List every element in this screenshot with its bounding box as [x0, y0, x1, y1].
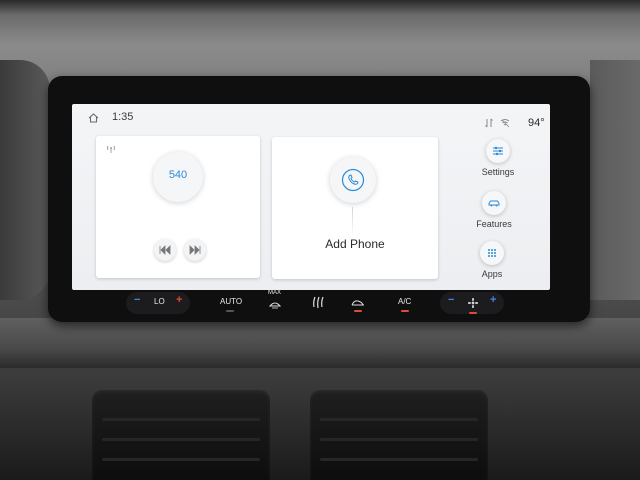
right-trim	[590, 60, 640, 300]
air-vent-right	[310, 390, 488, 480]
outside-temperature: 94°	[528, 117, 545, 129]
dashboard-lip	[0, 318, 640, 368]
settings-sliders-icon	[493, 146, 503, 156]
air-vent-left	[92, 390, 270, 480]
clock: 1:35	[112, 111, 134, 123]
max-defrost-button[interactable]	[268, 298, 282, 310]
driver-temp-up-button[interactable]: +	[176, 294, 182, 306]
recirculation-icon[interactable]	[350, 298, 366, 308]
features-button[interactable]: Features	[462, 191, 526, 239]
driver-temp-down-button[interactable]: −	[134, 294, 140, 306]
touchscreen: 1:35 94° 540 Add Phone Settings Features…	[72, 104, 550, 290]
auto-button[interactable]: AUTO	[220, 297, 242, 306]
status-bar: 1:35 94°	[72, 104, 550, 130]
fan-indicator	[469, 312, 477, 314]
car-icon	[488, 200, 500, 207]
ac-button[interactable]: A/C	[398, 297, 411, 306]
radio-card[interactable]: 540	[96, 136, 260, 278]
phone-icon	[341, 168, 365, 192]
driver-temp-readout: LO	[154, 297, 165, 306]
ac-indicator	[401, 310, 409, 312]
sync-status-icon	[485, 118, 493, 128]
apps-grid-icon	[488, 249, 496, 257]
recirculation-indicator	[354, 310, 362, 312]
divider-line	[352, 207, 353, 237]
settings-label: Settings	[481, 167, 515, 177]
max-defrost-label: MAX	[268, 290, 282, 296]
seek-forward-button[interactable]	[184, 239, 206, 261]
signal-icon	[500, 119, 510, 128]
auto-indicator	[226, 310, 234, 312]
home-icon[interactable]	[88, 113, 99, 123]
seek-back-icon	[159, 245, 171, 255]
fan-speed-down-button[interactable]: −	[448, 294, 454, 306]
add-phone-label: Add Phone	[325, 237, 385, 251]
fan-icon	[468, 298, 478, 308]
phone-button[interactable]	[330, 157, 376, 203]
seat-heat-button[interactable]	[310, 294, 326, 310]
station-button[interactable]: 540	[153, 152, 203, 202]
phone-card[interactable]: Add Phone	[272, 137, 438, 279]
left-trim	[0, 60, 50, 300]
features-label: Features	[476, 219, 512, 229]
car-dashboard-photo: 1:35 94° 540 Add Phone Settings Features…	[0, 0, 640, 480]
seek-back-button[interactable]	[154, 239, 176, 261]
seek-forward-icon	[189, 245, 201, 255]
apps-label: Apps	[481, 269, 503, 279]
radio-antenna-icon	[107, 145, 115, 153]
apps-button[interactable]: Apps	[460, 241, 524, 289]
climate-control-strip: − LO + AUTO MAX A/C − +	[88, 290, 548, 320]
fan-speed-up-button[interactable]: +	[490, 294, 496, 306]
settings-button[interactable]: Settings	[466, 139, 530, 187]
station-frequency: 540	[168, 169, 188, 181]
